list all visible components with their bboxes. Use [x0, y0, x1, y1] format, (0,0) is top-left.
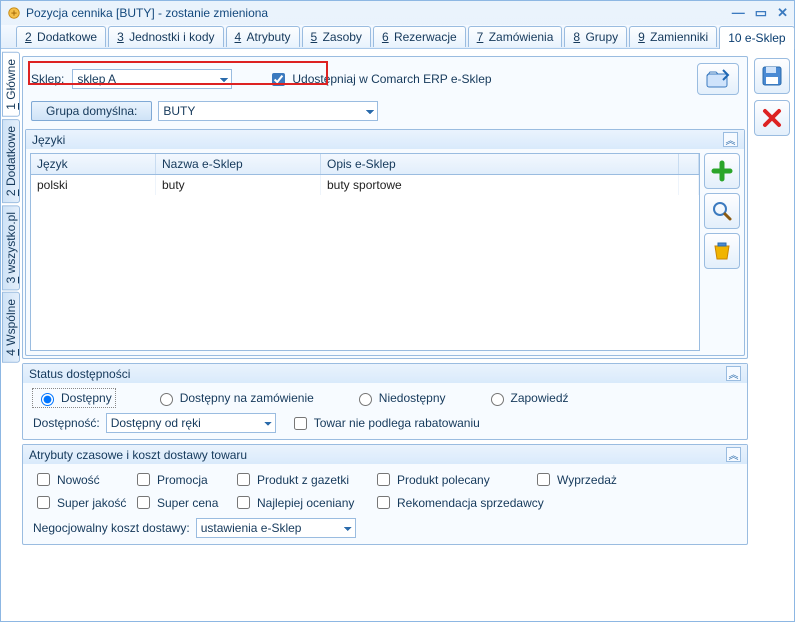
- attr-panel: Atrybuty czasowe i koszt dostawy towaru …: [22, 444, 748, 545]
- vtab-glowne[interactable]: 1 Główne: [2, 52, 20, 117]
- tab-jednostki[interactable]: 3 Jednostki i kody: [108, 26, 223, 47]
- tab-dodatkowe[interactable]: 2 Dodatkowe: [16, 26, 106, 47]
- jezyki-collapse-icon[interactable]: ︽: [723, 132, 738, 147]
- import-button[interactable]: [697, 63, 739, 95]
- x-icon: [761, 107, 783, 129]
- col-nazwa[interactable]: Nazwa e-Sklep: [156, 154, 321, 174]
- tab-zamienniki[interactable]: 9 Zamienniki: [629, 26, 717, 47]
- jezyki-header: Języki: [32, 133, 65, 147]
- magnifier-icon: [711, 200, 733, 222]
- norabat-checkbox[interactable]: Towar nie podlega rabatowaniu: [290, 414, 480, 433]
- chk-super-jakosc[interactable]: Super jakość: [33, 493, 133, 512]
- tab-esklep[interactable]: 10 e-Sklep: [719, 26, 794, 49]
- share-checkbox[interactable]: Udostępniaj w Comarch ERP e-Sklep: [268, 70, 491, 89]
- negocjowalny-select[interactable]: ustawienia e-Sklep: [196, 518, 356, 538]
- chk-wyprzedaz[interactable]: Wyprzedaż: [533, 470, 653, 489]
- top-tabstrip: 2 Dodatkowe 3 Jednostki i kody 4 Atrybut…: [1, 25, 794, 49]
- save-button[interactable]: [754, 58, 790, 94]
- chk-super-cena[interactable]: Super cena: [133, 493, 233, 512]
- radio-zapowiedz[interactable]: Zapowiedź: [486, 390, 569, 406]
- radio-dostepny-zamowienie[interactable]: Dostępny na zamówienie: [155, 390, 314, 406]
- languages-table: Język Nazwa e-Sklep Opis e-Sklep polski …: [30, 153, 700, 351]
- tab-zamowienia[interactable]: 7 Zamówienia: [468, 26, 563, 47]
- diskette-icon: [760, 64, 784, 88]
- share-checkbox-input[interactable]: [272, 73, 285, 86]
- vtab-dodatkowe[interactable]: 2 Dodatkowe: [2, 119, 20, 203]
- status-header: Status dostępności: [29, 367, 130, 381]
- chk-nowosc[interactable]: Nowość: [33, 470, 133, 489]
- cell-opis: buty sportowe: [321, 175, 679, 195]
- tab-atrybuty[interactable]: 4 Atrybuty: [226, 26, 300, 47]
- maximize-button[interactable]: ▭: [755, 5, 767, 21]
- vtab-wszystko[interactable]: 3 wszystko.pl: [2, 205, 20, 290]
- cancel-button[interactable]: [754, 100, 790, 136]
- dostepnosc-select[interactable]: Dostępny od ręki: [106, 413, 276, 433]
- search-button[interactable]: [704, 193, 740, 229]
- app-window: Pozycja cennika [BUTY] - zostanie zmieni…: [0, 0, 795, 622]
- grupa-select[interactable]: BUTY: [158, 101, 378, 121]
- folder-arrow-icon: [705, 68, 731, 90]
- side-tabstrip: 1 Główne 2 Dodatkowe 3 wszystko.pl 4 Wsp…: [1, 50, 20, 621]
- status-panel: Status dostępności ︽ Dostępny Dostępny n…: [22, 363, 748, 440]
- tab-zasoby[interactable]: 5 Zasoby: [302, 26, 371, 47]
- delete-button[interactable]: [704, 233, 740, 269]
- radio-niedostepny[interactable]: Niedostępny: [354, 390, 446, 406]
- grupa-domyslna-button[interactable]: Grupa domyślna:: [31, 101, 152, 121]
- sklep-label: Sklep:: [31, 72, 64, 86]
- chk-najlepiej[interactable]: Najlepiej oceniany: [233, 493, 373, 512]
- minimize-button[interactable]: —: [732, 5, 745, 21]
- radio-dostepny[interactable]: Dostępny: [33, 389, 115, 407]
- sklep-select[interactable]: sklep A: [72, 69, 232, 89]
- status-collapse-icon[interactable]: ︽: [726, 366, 741, 381]
- chk-promocja[interactable]: Promocja: [133, 470, 233, 489]
- add-button[interactable]: [704, 153, 740, 189]
- tab-rezerwacje[interactable]: 6 Rezerwacje: [373, 26, 466, 47]
- chk-polecany[interactable]: Produkt polecany: [373, 470, 533, 489]
- trash-icon: [711, 240, 733, 262]
- close-button[interactable]: ✕: [777, 5, 788, 21]
- plus-icon: [711, 160, 733, 182]
- cell-jezyk: polski: [31, 175, 156, 195]
- window-title: Pozycja cennika [BUTY] - zostanie zmieni…: [26, 6, 268, 20]
- tab-grupy[interactable]: 8 Grupy: [564, 26, 627, 47]
- vtab-wspolne[interactable]: 4 Wspólne: [2, 292, 20, 363]
- titlebar: Pozycja cennika [BUTY] - zostanie zmieni…: [1, 1, 794, 25]
- chk-rekomendacja[interactable]: Rekomendacja sprzedawcy: [373, 493, 653, 512]
- col-opis[interactable]: Opis e-Sklep: [321, 154, 679, 174]
- chk-gazetka[interactable]: Produkt z gazetki: [233, 470, 373, 489]
- attr-header: Atrybuty czasowe i koszt dostawy towaru: [29, 448, 247, 462]
- cell-nazwa: buty: [156, 175, 321, 195]
- top-panel: Sklep: sklep A Udostępniaj w Comarch ERP…: [22, 56, 748, 359]
- attr-collapse-icon[interactable]: ︽: [726, 447, 741, 462]
- col-jezyk[interactable]: Język: [31, 154, 156, 174]
- right-action-bar: [752, 56, 792, 615]
- negocjowalny-label: Negocjowalny koszt dostawy:: [33, 521, 190, 535]
- app-icon: [7, 6, 21, 20]
- dostepnosc-label: Dostępność:: [33, 416, 100, 430]
- table-row[interactable]: polski buty buty sportowe: [31, 175, 699, 195]
